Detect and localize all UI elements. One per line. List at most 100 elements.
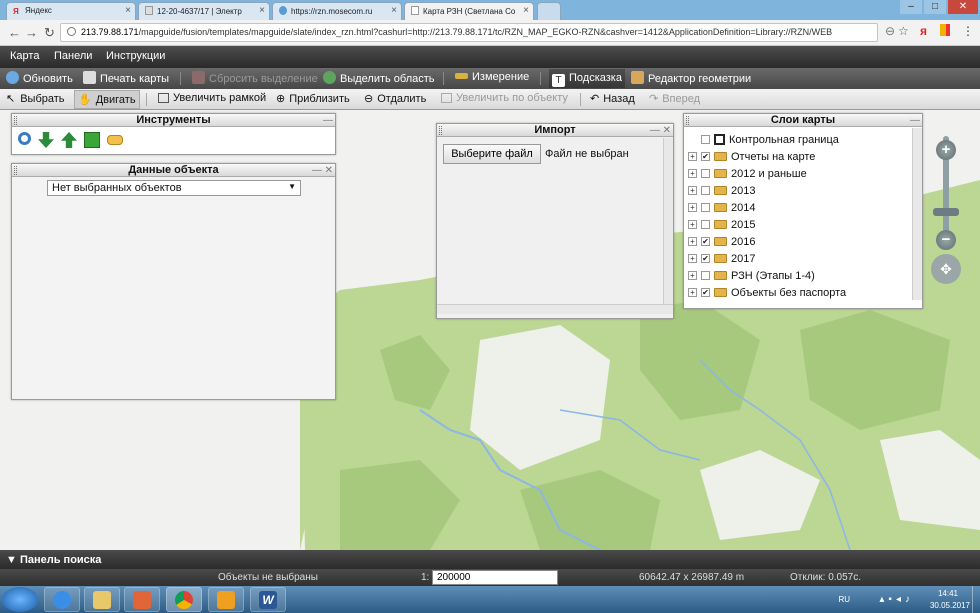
layer-item[interactable]: + ✔ 2016 (688, 233, 755, 250)
close-tab-icon[interactable]: × (259, 5, 265, 16)
bookmark-ext-icon[interactable] (940, 24, 950, 36)
layer-checkbox[interactable] (701, 169, 710, 178)
zoom-in-icon[interactable]: + (936, 140, 956, 160)
object-panel-header[interactable]: Данные объекта — ✕ (12, 164, 335, 177)
layer-item[interactable]: +2014 (688, 199, 755, 216)
layer-item[interactable]: +2012 и раньше (688, 165, 807, 182)
zoom-out-button[interactable]: ⊖ Отдалить (364, 92, 426, 105)
menu-map[interactable]: Карта (10, 50, 39, 62)
star-icon[interactable]: ☆ (898, 24, 909, 38)
geometry-editor-button[interactable]: Редактор геометрии (631, 71, 751, 85)
expand-icon[interactable]: + (688, 203, 697, 212)
expand-icon[interactable]: + (688, 169, 697, 178)
upload-icon[interactable] (61, 132, 77, 148)
expand-icon[interactable]: + (688, 220, 697, 229)
layer-item[interactable]: Контрольная граница (688, 131, 839, 148)
drag-handle-icon[interactable] (14, 166, 17, 175)
taskbar-word[interactable]: W (250, 587, 286, 612)
zoom-icon[interactable]: ⊖ (885, 24, 895, 38)
pan-arrows-icon[interactable]: ✥ (931, 254, 961, 284)
close-tab-icon[interactable]: × (391, 5, 397, 16)
forward-arrow-icon[interactable]: → (25, 25, 38, 40)
taskbar-chrome[interactable] (166, 587, 202, 612)
menu-dots-icon[interactable]: ⋮ (962, 24, 974, 38)
scale-input[interactable]: 200000 (432, 570, 558, 585)
measure-button[interactable]: Измерение (455, 71, 529, 83)
back-arrow-icon[interactable]: ← (8, 25, 21, 40)
expand-icon[interactable]: + (688, 186, 697, 195)
back-button[interactable]: ↶ Назад (590, 92, 635, 105)
menu-instructions[interactable]: Инструкции (106, 50, 165, 62)
close-tab-icon[interactable]: × (523, 5, 529, 16)
import-panel-header[interactable]: Импорт — ✕ (437, 124, 673, 137)
refresh-button[interactable]: Обновить (6, 71, 73, 85)
layer-checkbox[interactable]: ✔ (701, 288, 710, 297)
layer-checkbox[interactable] (701, 271, 710, 280)
minimize-icon[interactable]: — (910, 114, 920, 127)
zoom-slider-handle[interactable] (933, 208, 959, 216)
tab-mosecom[interactable]: https://rzn.mosecom.ru × (272, 2, 402, 20)
menu-panels[interactable]: Панели (54, 50, 92, 62)
url-input[interactable]: 213.79.88.171/mapguide/fusion/templates/… (60, 23, 878, 42)
map-canvas[interactable]: Инструменты — Данные объекта — ✕ Нет выбра… (0, 110, 980, 550)
layer-checkbox[interactable] (701, 186, 710, 195)
select-area-button[interactable]: Выделить область (323, 71, 435, 85)
eraser-icon[interactable] (107, 135, 123, 145)
zoom-object-button[interactable]: Увеличить по объекту (441, 92, 568, 104)
pan-tool-button[interactable]: ✋ Двигать (74, 90, 140, 109)
layer-item[interactable]: + ✔ Объекты без паспорта (688, 284, 846, 301)
close-window-icon[interactable]: ✕ (948, 0, 978, 14)
expand-icon[interactable]: + (688, 254, 697, 263)
taskbar-explorer[interactable] (84, 587, 120, 612)
hint-button[interactable]: T Подсказка (549, 69, 625, 88)
taskbar-media[interactable] (124, 587, 160, 612)
panel-controls-icon[interactable]: — ✕ (650, 124, 671, 137)
expand-icon[interactable]: + (688, 288, 697, 297)
minimize-icon[interactable]: – (900, 0, 922, 14)
tab-document[interactable]: 12-20-4637/17 | Электр × (138, 2, 270, 20)
layer-checkbox[interactable] (701, 135, 710, 144)
forward-button[interactable]: ↷ Вперед (649, 92, 700, 105)
search-icon[interactable] (18, 132, 31, 145)
choose-file-button[interactable]: Выберите файл (443, 144, 541, 164)
vertical-scrollbar[interactable] (663, 138, 673, 304)
new-tab-button[interactable] (537, 2, 561, 20)
maximize-icon[interactable]: □ (924, 0, 946, 14)
vertical-scrollbar[interactable] (912, 128, 922, 300)
layers-panel-header[interactable]: Слои карты — (684, 114, 922, 127)
close-tab-icon[interactable]: × (125, 5, 131, 16)
taskbar-ie[interactable] (44, 587, 80, 612)
layer-checkbox[interactable] (701, 220, 710, 229)
select-tool-button[interactable]: ↖ Выбрать (6, 92, 65, 105)
windows-start-icon[interactable] (2, 587, 38, 612)
taskbar-outlook[interactable] (208, 587, 244, 612)
print-map-button[interactable]: Печать карты (83, 71, 169, 85)
layer-checkbox[interactable] (701, 203, 710, 212)
layer-checkbox[interactable]: ✔ (701, 254, 710, 263)
tray-icons[interactable]: ▴▪◂♪ (879, 594, 914, 605)
layer-checkbox[interactable]: ✔ (701, 237, 710, 246)
tools-panel-header[interactable]: Инструменты — (12, 114, 335, 127)
drag-handle-icon[interactable] (439, 126, 442, 135)
drag-handle-icon[interactable] (686, 116, 689, 125)
reset-selection-button[interactable]: Сбросить выделение (192, 71, 318, 85)
zoom-in-button[interactable]: ⊕ Приблизить (276, 92, 350, 105)
expand-icon[interactable]: + (688, 237, 697, 246)
show-desktop-button[interactable] (972, 586, 980, 613)
tab-rzn-map[interactable]: Карта РЗН (Светлана Со × (404, 2, 534, 20)
layer-item[interactable]: +2015 (688, 216, 755, 233)
drag-handle-icon[interactable] (14, 116, 17, 125)
minimize-icon[interactable]: — (323, 114, 333, 127)
reload-icon[interactable]: ↻ (44, 25, 55, 41)
language-indicator[interactable]: RU (838, 595, 850, 604)
layer-item[interactable]: + РЗН (Этапы 1-4) (688, 267, 815, 284)
download-icon[interactable] (38, 132, 54, 148)
zoom-out-icon[interactable]: − (936, 230, 956, 250)
horizontal-scrollbar[interactable] (437, 304, 673, 314)
layer-item[interactable]: +2013 (688, 182, 755, 199)
tab-yandex[interactable]: Я Яндекс × (6, 2, 136, 20)
expand-icon[interactable]: + (688, 271, 697, 280)
zoom-rect-button[interactable]: Увеличить рамкой (158, 92, 266, 104)
object-select[interactable]: Нет выбранных объектов ▼ (47, 180, 301, 196)
yandex-ext-icon[interactable]: я (920, 24, 927, 38)
